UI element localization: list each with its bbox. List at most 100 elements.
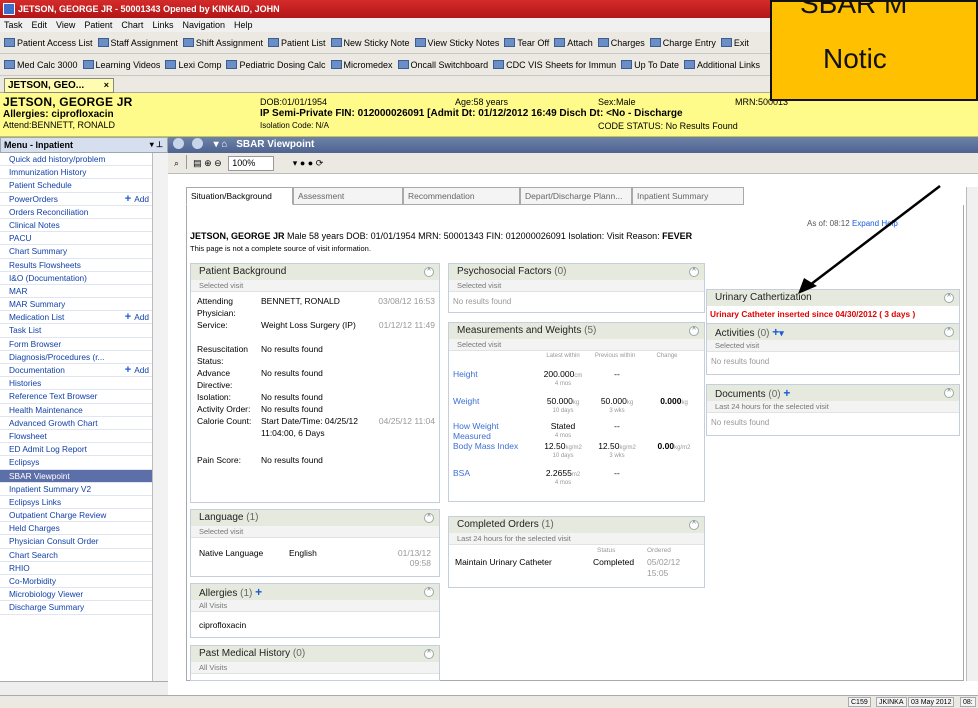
menu-item[interactable]: Microbiology Viewer (0, 588, 167, 602)
menu-links[interactable]: Links (152, 20, 173, 30)
toolbar-item[interactable]: Additional Links (683, 54, 760, 75)
toolbar-item[interactable]: CDC VIS Sheets for Immun (493, 54, 616, 75)
toolbar-item[interactable]: Charge Entry (649, 32, 716, 53)
menu-item[interactable]: Task List (0, 324, 167, 338)
menu-item[interactable]: Histories (0, 377, 167, 391)
home-icon[interactable]: ▾ ⌂ (214, 139, 228, 150)
collapse-icon[interactable]: ^ (689, 267, 699, 277)
menu-item[interactable]: MAR (0, 285, 167, 299)
menu-view[interactable]: View (56, 20, 75, 30)
binoculars-icon[interactable]: ⌕ (174, 158, 179, 168)
sbar-tab[interactable]: Depart/Discharge Plann... (520, 187, 632, 205)
zoom-select[interactable]: 100% (228, 156, 275, 171)
menu-item[interactable]: Medication List + Add (0, 311, 167, 325)
toolbar-item[interactable]: Pediatric Dosing Calc (226, 54, 326, 75)
add-button[interactable]: + Add (125, 193, 149, 206)
close-icon[interactable]: × (104, 79, 109, 92)
menu-item[interactable]: Discharge Summary (0, 601, 167, 615)
menu-item[interactable]: Outpatient Charge Review (0, 509, 167, 523)
menu-scrollbar[interactable] (152, 153, 168, 681)
menu-chart[interactable]: Chart (121, 20, 143, 30)
measurement-name[interactable]: How Weight Measured (453, 421, 537, 441)
menu-item[interactable]: Health Maintenance (0, 404, 167, 417)
menu-item[interactable]: PowerOrders + Add (0, 193, 167, 206)
measurement-name[interactable]: Weight (453, 396, 537, 406)
menu-item[interactable]: Chart Summary (0, 245, 167, 259)
collapse-icon[interactable]: ^ (689, 326, 699, 336)
chevron-down-icon[interactable]: ▾ (293, 158, 298, 168)
menu-item[interactable]: Held Charges (0, 522, 167, 536)
menu-item[interactable]: Documentation + Add (0, 364, 167, 378)
add-icon[interactable]: + (255, 585, 262, 599)
menu-item[interactable]: Physician Consult Order (0, 535, 167, 549)
measurement-name[interactable]: BSA (453, 468, 537, 478)
print-icon[interactable]: ▤ (193, 158, 202, 168)
collapse-icon[interactable]: ^ (944, 327, 954, 337)
toolbar-item[interactable]: Oncall Switchboard (397, 54, 488, 75)
collapse-icon[interactable]: ^ (424, 587, 434, 597)
toolbar-item[interactable]: New Sticky Note (330, 32, 410, 53)
add-button[interactable]: + Add (125, 364, 149, 377)
toolbar-item[interactable]: Attach (554, 32, 593, 53)
toolbar-item[interactable]: Patient List (267, 32, 326, 53)
collapse-icon[interactable]: ^ (424, 267, 434, 277)
menu-item[interactable]: Form Browser (0, 338, 167, 351)
menu-item[interactable]: Clinical Notes (0, 219, 167, 233)
toolbar-circle-icon[interactable]: ● (300, 158, 305, 168)
add-button[interactable]: + Add (125, 311, 149, 324)
toolbar-item[interactable]: Patient Access List (4, 32, 93, 53)
toolbar-item[interactable]: Lexi Comp (165, 54, 221, 75)
toolbar-item[interactable]: View Sticky Notes (414, 32, 499, 53)
menu-item[interactable]: RHIO (0, 562, 167, 575)
menu-item[interactable]: Immunization History (0, 166, 167, 180)
menu-help[interactable]: Help (234, 20, 253, 30)
sbar-tab[interactable]: Situation/Background (186, 187, 293, 205)
menu-item[interactable]: Quick add history/problem (0, 153, 167, 167)
menu-item[interactable]: Reference Text Browser (0, 390, 167, 404)
toolbar-item[interactable]: Learning Videos (82, 54, 160, 75)
add-icon[interactable]: + (783, 386, 790, 400)
sbar-tab[interactable]: Inpatient Summary (632, 187, 744, 205)
menu-task[interactable]: Task (4, 20, 23, 30)
menu-item[interactable]: Eclipsys (0, 456, 167, 470)
menu-item[interactable]: Co-Morbidity (0, 575, 167, 589)
zoom-out-icon[interactable]: ⊖ (214, 158, 222, 168)
sbar-tab[interactable]: Assessment (293, 187, 403, 205)
menu-item[interactable]: Chart Search (0, 549, 167, 562)
refresh-icon[interactable]: ⟳ (316, 158, 324, 168)
collapse-icon[interactable]: ^ (424, 649, 434, 659)
pin-icon[interactable]: ▾ ⊥ (150, 138, 163, 152)
back-icon[interactable] (173, 138, 184, 149)
menu-item[interactable]: Orders Reconciliation (0, 206, 167, 219)
toolbar-item[interactable]: Med Calc 3000 (4, 54, 78, 75)
menu-horizontal-scrollbar[interactable] (0, 681, 168, 695)
menu-item[interactable]: MAR Summary (0, 298, 167, 312)
toolbar-item[interactable]: Micromedex (330, 54, 393, 75)
menu-item[interactable]: Diagnosis/Procedures (r... (0, 351, 167, 364)
sbar-tab[interactable]: Recommendation (403, 187, 520, 205)
toolbar-circle-icon[interactable]: ● (308, 158, 313, 168)
patient-tab[interactable]: JETSON, GEO... × (4, 78, 114, 93)
chevron-down-icon[interactable]: ▾ (779, 328, 784, 338)
measurement-name[interactable]: Height (453, 369, 537, 379)
toolbar-item[interactable]: Up To Date (621, 54, 679, 75)
zoom-in-icon[interactable]: ⊕ (204, 158, 212, 168)
menu-patient[interactable]: Patient (84, 20, 112, 30)
collapse-icon[interactable]: ^ (424, 513, 434, 523)
menu-item[interactable]: Results Flowsheets (0, 259, 167, 272)
menu-item[interactable]: PACU (0, 232, 167, 246)
toolbar-item[interactable]: Exit (720, 32, 749, 53)
menu-item[interactable]: SBAR Viewpoint (0, 469, 167, 483)
menu-item[interactable]: Advanced Growth Chart (0, 417, 167, 430)
menu-item[interactable]: Eclipsys Links (0, 496, 167, 510)
toolbar-item[interactable]: Charges (597, 32, 645, 53)
forward-icon[interactable] (191, 138, 203, 149)
menu-item[interactable]: Inpatient Summary V2 (0, 483, 167, 496)
toolbar-item[interactable]: Tear Off (504, 32, 549, 53)
collapse-icon[interactable]: ^ (689, 520, 699, 530)
menu-navigation[interactable]: Navigation (182, 20, 225, 30)
menu-item[interactable]: Patient Schedule (0, 179, 167, 193)
menu-edit[interactable]: Edit (32, 20, 48, 30)
content-scrollbar[interactable] (966, 187, 978, 681)
menu-item[interactable]: Flowsheet (0, 430, 167, 444)
